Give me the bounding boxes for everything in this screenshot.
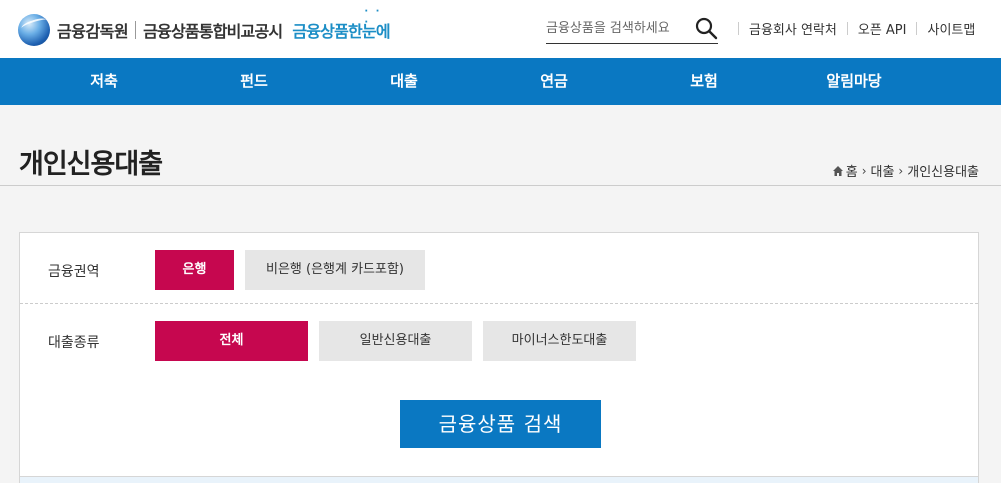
breadcrumb-home[interactable]: 홈: [846, 161, 858, 180]
utility-divider: [846, 21, 848, 35]
chevron-right-icon: ›: [861, 163, 867, 178]
utility-divider: [916, 21, 918, 35]
loan-type-option-general[interactable]: 일반신용대출: [319, 321, 472, 361]
utility-divider: [738, 21, 739, 35]
nav-item-loans[interactable]: 대출: [329, 58, 479, 105]
nav-item-funds[interactable]: 펀드: [179, 58, 329, 105]
site-logo[interactable]: 금융감독원 금융상품통합비교공시 금융상품한눈에: [18, 6, 391, 47]
page-title-area: 개인신용대출 홈 › 대출 › 개인신용대출: [0, 105, 1001, 186]
nav-item-pension[interactable]: 연금: [479, 58, 629, 105]
filter-panel: 금융권역 은행 비은행 (은행계 카드포함) 대출종류 전체 일반신용대출 마이…: [19, 232, 979, 483]
open-api-link[interactable]: 오픈 API: [858, 19, 907, 38]
brand-name: 금융상품한눈에: [292, 6, 390, 42]
page-title: 개인신용대출: [19, 149, 163, 180]
breadcrumb: 홈 › 대출 › 개인신용대출: [832, 161, 979, 180]
breadcrumb-current: 개인신용대출: [907, 165, 979, 180]
search-input[interactable]: [546, 15, 686, 41]
contact-link[interactable]: 금융회사 연락처: [749, 19, 837, 38]
sector-label: 금융권역: [48, 264, 100, 280]
utility-links: 금융회사 연락처 오픈 API 사이트맵: [728, 18, 975, 38]
nav-item-savings[interactable]: 저축: [29, 58, 179, 105]
sitemap-link[interactable]: 사이트맵: [927, 19, 975, 38]
breadcrumb-loans[interactable]: 대출: [871, 161, 895, 180]
home-icon: [832, 165, 843, 176]
logo-divider: [135, 21, 137, 39]
main-nav: 저축 펀드 대출 연금 보험 알림마당: [0, 58, 1001, 105]
panel-footer-strip: [20, 476, 978, 483]
fss-globe-icon: [18, 14, 50, 46]
product-search-button[interactable]: 금융상품 검색: [400, 400, 601, 448]
loan-type-label: 대출종류: [48, 335, 100, 351]
site-name: 금융상품통합비교공시: [143, 22, 283, 41]
chevron-right-icon: ›: [898, 163, 904, 178]
loan-type-option-minus[interactable]: 마이너스한도대출: [483, 321, 636, 361]
loan-type-option-all[interactable]: 전체: [155, 321, 308, 361]
sector-option-bank[interactable]: 은행: [155, 250, 234, 290]
nav-item-insurance[interactable]: 보험: [629, 58, 779, 105]
search-icon[interactable]: [694, 16, 718, 40]
top-header: 금융감독원 금융상품통합비교공시 금융상품한눈에 금융회사 연락처 오픈 API…: [0, 0, 1001, 58]
search-box: [546, 15, 718, 44]
row-divider: [20, 303, 978, 304]
nav-item-notices[interactable]: 알림마당: [779, 58, 929, 105]
sector-option-nonbank[interactable]: 비은행 (은행계 카드포함): [245, 250, 425, 290]
org-name: 금융감독원: [57, 22, 129, 41]
